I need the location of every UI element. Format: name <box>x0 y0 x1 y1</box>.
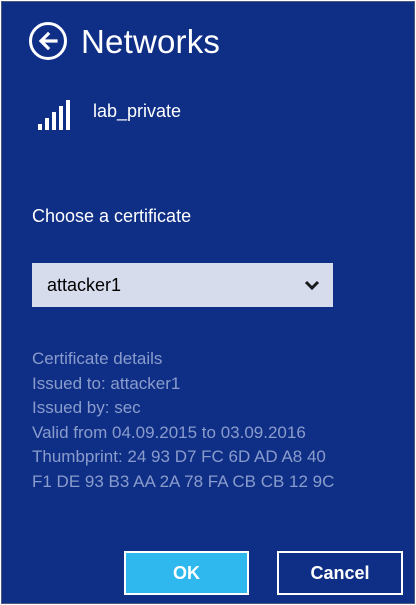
network-item: lab_private <box>38 99 181 130</box>
certificate-details: Certificate details Issued to: attacker1… <box>32 347 334 494</box>
network-name: lab_private <box>93 101 182 121</box>
ok-button[interactable]: OK <box>124 551 249 595</box>
cancel-button[interactable]: Cancel <box>277 551 403 595</box>
certificate-selected-value: attacker1 <box>47 274 122 295</box>
validity: Valid from 04.09.2015 to 03.09.2016 <box>32 422 306 442</box>
choose-certificate-label: Choose a certificate <box>32 206 192 226</box>
back-arrow-icon <box>38 31 58 51</box>
issued-by: Issued by: sec <box>32 398 141 417</box>
networks-panel: Networks lab_private Choose a certificat… <box>1 1 415 604</box>
thumbprint-line1: Thumbprint: 24 93 D7 FC 6D AD A8 40 <box>32 447 326 466</box>
thumbprint-line2: F1 DE 93 B3 AA 2A 78 FA CB CB 12 9C <box>32 471 335 491</box>
chevron-down-icon <box>304 280 320 291</box>
issued-to: Issued to: attacker1 <box>32 373 181 393</box>
wifi-signal-icon <box>38 99 74 130</box>
header: Networks <box>29 17 220 65</box>
page-title: Networks <box>81 22 221 60</box>
certificate-dropdown[interactable]: attacker1 <box>32 263 333 307</box>
details-heading: Certificate details <box>32 349 163 368</box>
back-button[interactable] <box>29 22 67 60</box>
